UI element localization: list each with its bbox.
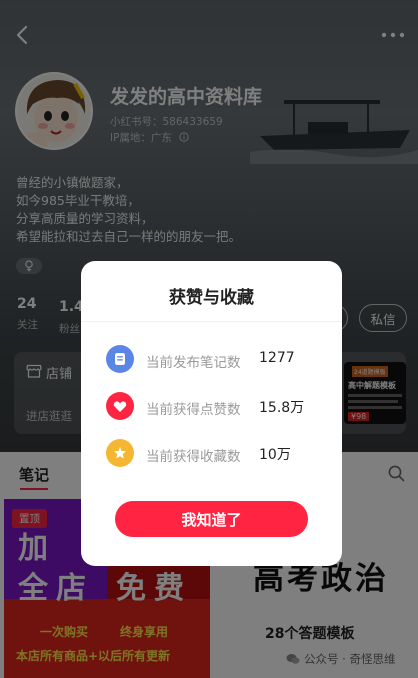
row-label: 当前获得收藏数 [146, 449, 241, 465]
row-label: 当前发布笔记数 [146, 355, 241, 371]
heart-icon [106, 392, 134, 420]
stat-row-collections: 当前获得收藏数 10万 [81, 439, 342, 469]
star-icon [106, 439, 134, 467]
row-value: 10万 [259, 447, 291, 463]
note-icon [106, 345, 134, 373]
row-value: 15.8万 [259, 400, 305, 416]
divider [81, 321, 342, 322]
stat-row-notes: 当前发布笔记数 1277 [81, 345, 342, 375]
profile-page: 发发的高中资料库 小红书号：586433659 IP属地：广东 曾经的小镇做题家… [0, 0, 418, 678]
dialog-title: 获赞与收藏 [169, 288, 254, 308]
row-label: 当前获得点赞数 [146, 402, 241, 418]
confirm-button[interactable]: 我知道了 [115, 501, 308, 537]
row-value: 1277 [259, 350, 295, 366]
likes-collections-dialog: 获赞与收藏 当前发布笔记数 1277 当前获得点赞数 15.8万 当前获得收藏数… [81, 261, 342, 566]
stat-row-likes: 当前获得点赞数 15.8万 [81, 392, 342, 422]
